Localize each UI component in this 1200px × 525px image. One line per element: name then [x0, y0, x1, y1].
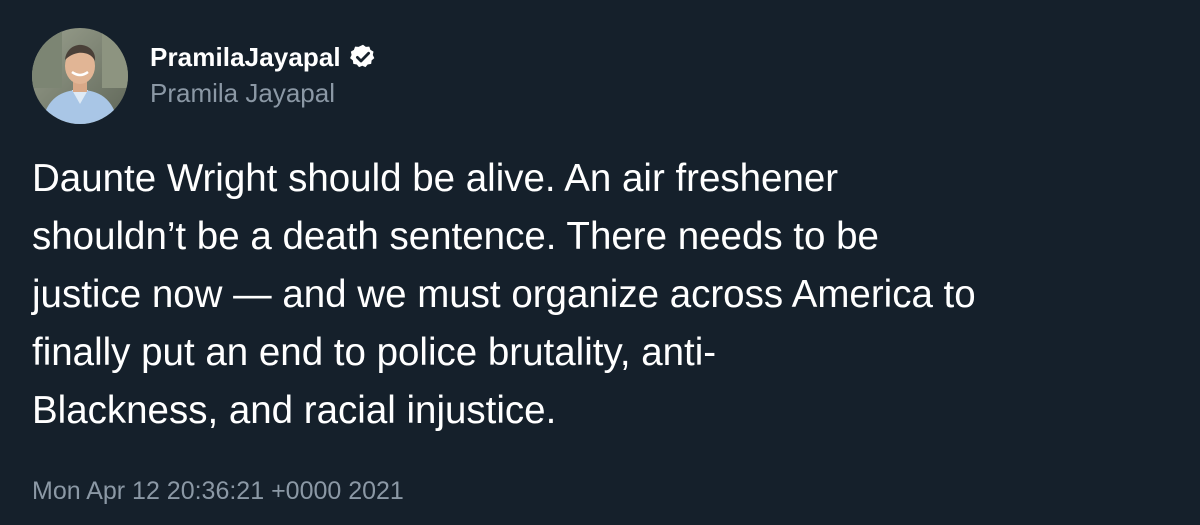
verified-badge-icon	[349, 43, 377, 71]
tweet-text-line: Daunte Wright should be alive. An air fr…	[32, 157, 839, 200]
avatar-image	[32, 28, 128, 124]
avatar[interactable]	[32, 28, 128, 124]
tweet-text: Daunte Wright should be alive. An air fr…	[32, 150, 1172, 440]
tweet-text-line: Blackness, and racial injustice.	[32, 389, 557, 432]
tweet-text-line: shouldn’t be a death sentence. There nee…	[32, 215, 879, 258]
display-name-row[interactable]: PramilaJayapal	[150, 40, 377, 74]
tweet-card: PramilaJayapal Pramila Jayapal Daunte Wr…	[0, 0, 1200, 525]
tweet-text-line: justice now — and we must organize acros…	[32, 273, 976, 316]
display-name[interactable]: PramilaJayapal	[150, 42, 341, 73]
user-handle[interactable]: Pramila Jayapal	[150, 78, 335, 109]
tweet-text-line: finally put an end to police brutality, …	[32, 331, 717, 374]
timestamp[interactable]: Mon Apr 12 20:36:21 +0000 2021	[32, 477, 404, 506]
